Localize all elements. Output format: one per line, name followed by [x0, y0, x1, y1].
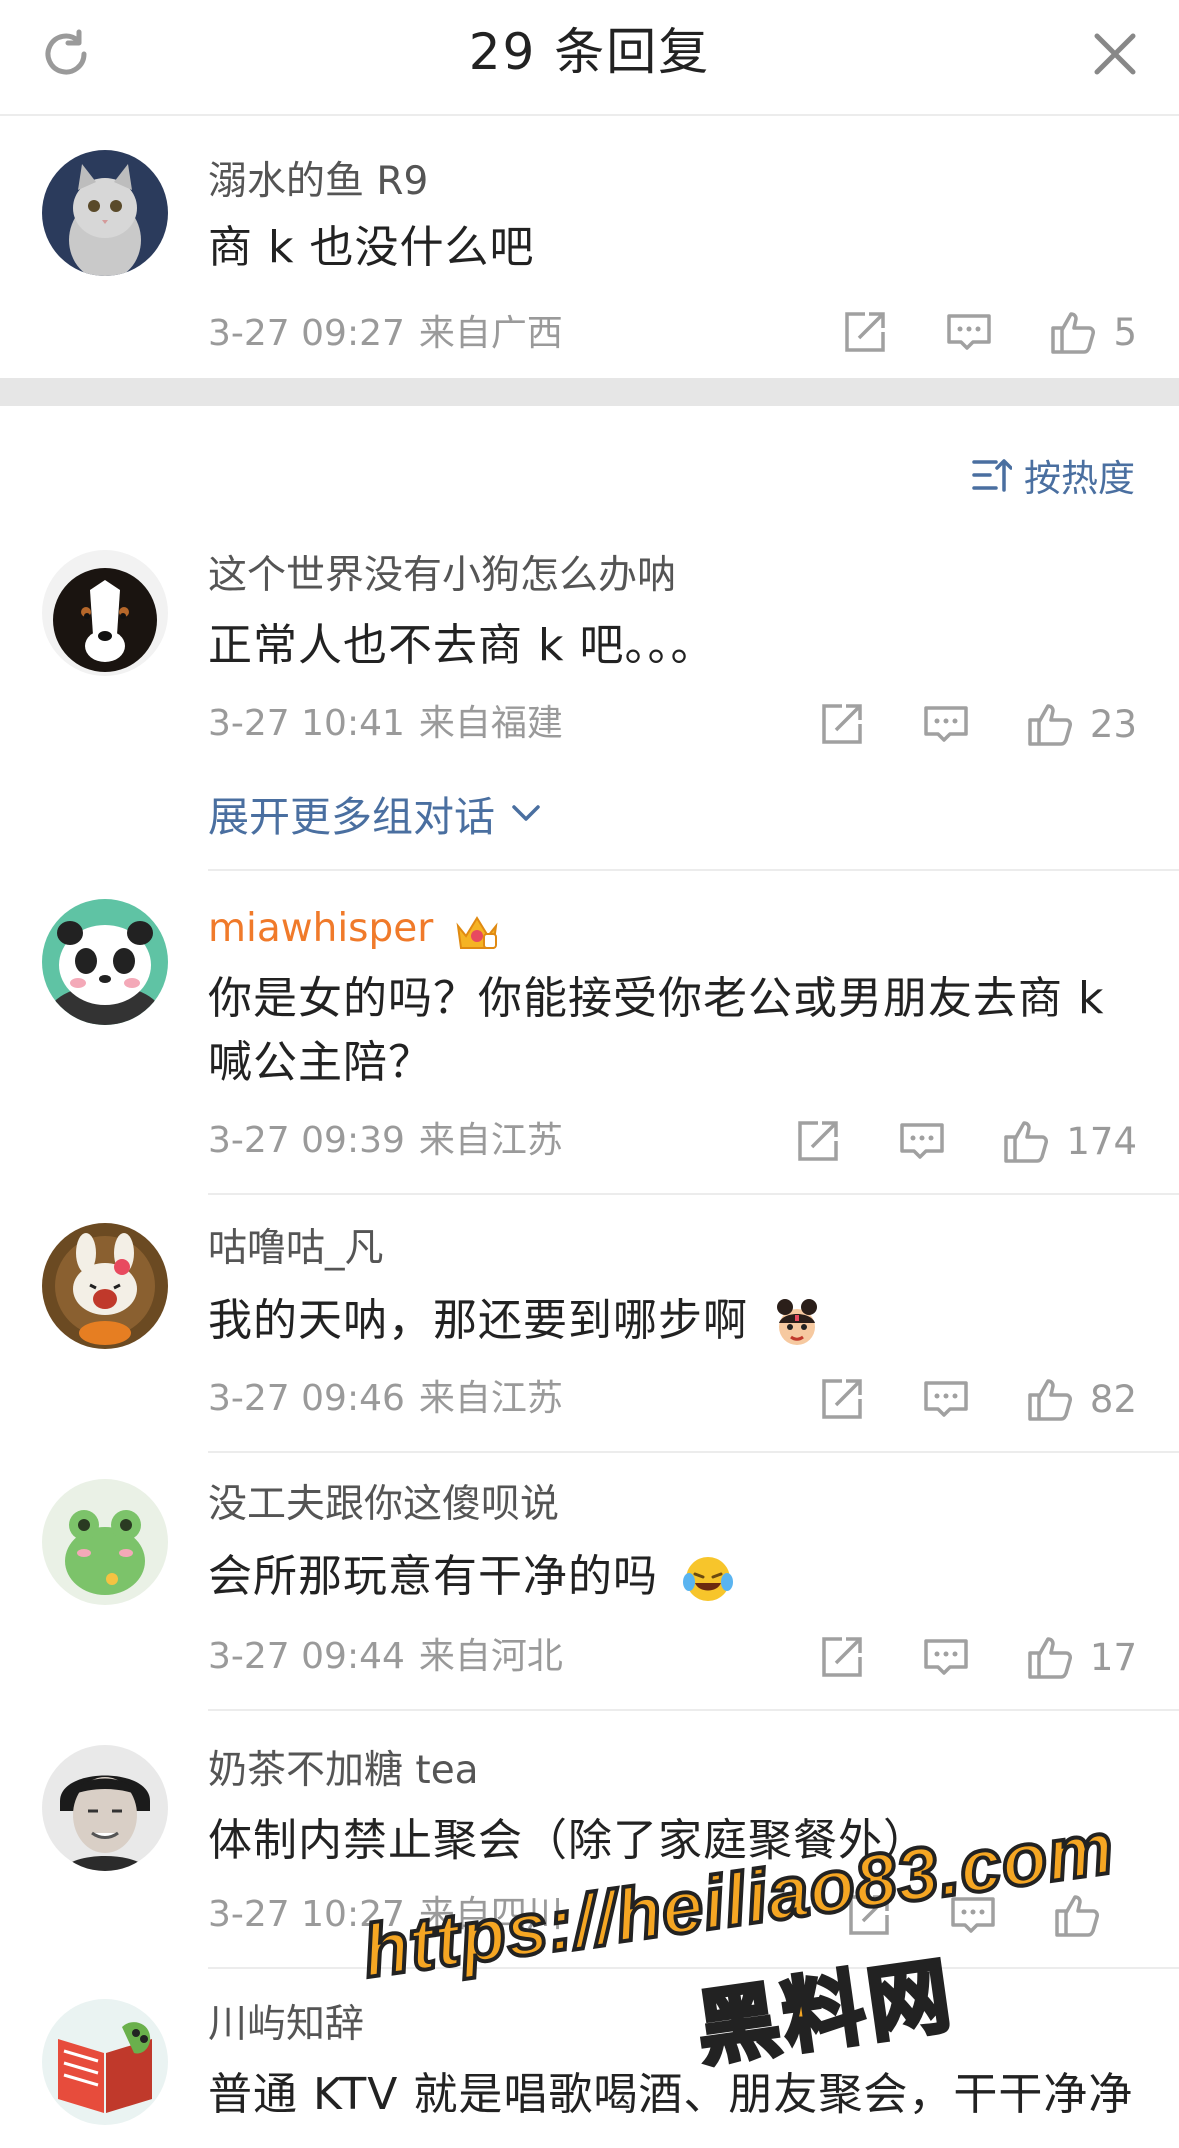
- like-button[interactable]: [1051, 1889, 1137, 1941]
- like-count: 17: [1089, 1635, 1137, 1679]
- location: 来自广西: [418, 313, 563, 354]
- close-icon[interactable]: [1089, 28, 1141, 80]
- like-count: 5: [1113, 310, 1137, 354]
- comment-text: 体制内禁止聚会（除了家庭聚餐外）: [208, 1815, 928, 1866]
- timestamp: 3-27 09:39: [208, 1120, 405, 1161]
- avatar[interactable]: [42, 550, 168, 676]
- thumbs-up-icon: [1028, 704, 1072, 746]
- sort-label: 按热度: [1024, 457, 1135, 500]
- comment-text: 商 k 也没什么吧: [208, 222, 535, 273]
- timestamp: 3-27 09:44: [208, 1636, 405, 1677]
- like-button[interactable]: 5: [1047, 306, 1137, 358]
- location: 来自四川: [418, 1894, 563, 1935]
- page-title: 29 条回复: [468, 23, 711, 81]
- like-count: 23: [1089, 702, 1137, 746]
- reply-item: 这个世界没有小狗怎么办呐 正常人也不去商 k 吧。。。 3-27 10:41 来自…: [0, 530, 1179, 870]
- action-bar: 5: [839, 302, 1137, 362]
- share-icon[interactable]: [816, 1631, 868, 1683]
- comment-meta: 3-27 09:46 来自江苏: [208, 1377, 563, 1421]
- like-button[interactable]: 17: [1024, 1631, 1137, 1683]
- sort-toggle[interactable]: 按热度: [972, 450, 1135, 500]
- share-icon[interactable]: [792, 1115, 844, 1167]
- share-icon[interactable]: [839, 306, 891, 358]
- location: 来自江苏: [418, 1378, 563, 1419]
- vip-crown-icon: [456, 915, 498, 949]
- thumbs-up-icon: [1004, 1121, 1049, 1163]
- share-icon[interactable]: [816, 1373, 868, 1425]
- comment-text-body: 我的天呐，那还要到哪步啊: [208, 1295, 748, 1346]
- reply-item: 川屿知辞 普通 KTV 就是唱歌喝酒、朋友聚会，干干净净: [0, 1969, 1179, 2148]
- action-bar: 23: [816, 694, 1137, 754]
- reply-icon[interactable]: [920, 1631, 972, 1683]
- header-bar: 29 条回复: [0, 0, 1179, 116]
- comment-text-body: 会所那玩意有干净的吗: [208, 1551, 658, 1602]
- thumbs-up-icon: [1051, 312, 1096, 354]
- username[interactable]: 川屿知辞: [208, 2001, 364, 2049]
- like-button[interactable]: 82: [1024, 1373, 1137, 1425]
- like-count: 174: [1066, 1119, 1137, 1163]
- avatar[interactable]: [42, 1479, 168, 1605]
- comment-meta: 3-27 10:27 来自四川: [208, 1893, 563, 1937]
- thumbs-up-icon: [1028, 1637, 1072, 1679]
- reply-item: 没工夫跟你这傻呗说 会所那玩意有干净的吗 3-27 09:44 来自河北 17: [0, 1453, 1179, 1709]
- root-comment: 溺水的鱼 R9 商 k 也没什么吧 3-27 09:27 来自广西 5: [0, 116, 1179, 378]
- avatar[interactable]: [42, 899, 168, 1025]
- comment-text: 会所那玩意有干净的吗: [208, 1545, 1138, 1609]
- timestamp: 3-27 10:27: [208, 1894, 405, 1935]
- comment-meta: 3-27 10:41 来自福建: [208, 702, 563, 746]
- username[interactable]: miawhisper: [208, 905, 500, 953]
- comment-text: 你是女的吗？你能接受你老公或男朋友去商 k 喊公主陪？: [208, 973, 1105, 1088]
- username[interactable]: 溺水的鱼 R9: [208, 158, 428, 206]
- comment-text: 正常人也不去商 k 吧。。。: [208, 620, 716, 671]
- avatar[interactable]: [42, 1223, 168, 1349]
- location: 来自江苏: [418, 1120, 563, 1161]
- username[interactable]: 没工夫跟你这傻呗说: [208, 1481, 559, 1529]
- avatar[interactable]: [42, 1745, 168, 1871]
- username[interactable]: 奶茶不加糖 tea: [208, 1747, 479, 1795]
- sort-icon: [972, 459, 1012, 492]
- share-icon[interactable]: [816, 698, 868, 750]
- location: 来自福建: [418, 703, 563, 744]
- reply-item: 奶茶不加糖 tea 体制内禁止聚会（除了家庭聚餐外） 3-27 10:27 来自四…: [0, 1711, 1179, 1967]
- username[interactable]: 这个世界没有小狗怎么办呐: [208, 552, 676, 600]
- action-bar: 82: [816, 1369, 1137, 1429]
- thumbs-up-icon: [1055, 1895, 1099, 1937]
- username-text: miawhisper: [208, 906, 434, 951]
- comment-meta: 3-27 09:39 来自江苏: [208, 1119, 563, 1163]
- action-bar: [843, 1885, 1137, 1945]
- like-button[interactable]: 174: [1000, 1115, 1137, 1167]
- reply-icon[interactable]: [947, 1889, 999, 1941]
- avatar[interactable]: [42, 1999, 168, 2125]
- like-count: 82: [1089, 1377, 1137, 1421]
- timestamp: 3-27 09:46: [208, 1378, 405, 1419]
- action-bar: 174: [792, 1111, 1137, 1171]
- reply-icon[interactable]: [943, 306, 995, 358]
- avatar[interactable]: [42, 150, 168, 276]
- reply-icon[interactable]: [920, 698, 972, 750]
- reply-item: miawhisper 你是女的吗？你能接受你老公或男朋友去商 k 喊公主陪？ 3…: [0, 871, 1179, 1193]
- comment-text: 普通 KTV 就是唱歌喝酒、朋友聚会，干干净净: [208, 2069, 1134, 2120]
- laughing-tears-emoji-icon: [683, 1557, 733, 1601]
- timestamp: 3-27 09:27: [208, 313, 405, 354]
- nezha-emoji-icon: [777, 1299, 817, 1345]
- comment-text: 我的天呐，那还要到哪步啊: [208, 1289, 1138, 1353]
- comment-meta: 3-27 09:44 来自河北: [208, 1635, 563, 1679]
- expand-more-link[interactable]: 展开更多组对话: [208, 783, 541, 843]
- like-button[interactable]: 23: [1024, 698, 1137, 750]
- expand-label: 展开更多组对话: [208, 793, 495, 841]
- username[interactable]: 咕噜咕_凡: [208, 1225, 384, 1273]
- action-bar: 17: [816, 1627, 1137, 1687]
- reply-icon[interactable]: [896, 1115, 948, 1167]
- thumbs-up-icon: [1028, 1379, 1072, 1421]
- comment-meta: 3-27 09:27 来自广西: [208, 312, 563, 356]
- location: 来自河北: [418, 1636, 563, 1677]
- timestamp: 3-27 10:41: [208, 703, 405, 744]
- reply-icon[interactable]: [920, 1373, 972, 1425]
- reply-item: 咕噜咕_凡 我的天呐，那还要到哪步啊 3-27 09:46 来自江苏 82: [0, 1195, 1179, 1451]
- section-separator: [0, 378, 1179, 406]
- share-icon[interactable]: [843, 1889, 895, 1941]
- chevron-down-icon: [512, 805, 540, 821]
- comment-replies-screen: 29 条回复 溺水的鱼 R9 商 k 也没什么吧 3-27 09:27 来自广西: [0, 0, 1179, 2148]
